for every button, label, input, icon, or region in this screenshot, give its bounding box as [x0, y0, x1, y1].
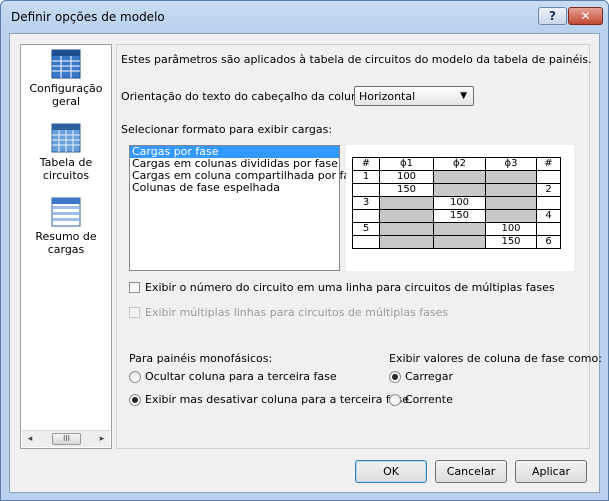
- title-bar[interactable]: Definir opções de modelo ? ✕: [1, 1, 608, 31]
- multiple-lines-label: Exibir múltiplas linhas para circuitos d…: [145, 306, 449, 319]
- current-label[interactable]: Corrente: [405, 393, 453, 406]
- scroll-thumb[interactable]: III: [52, 433, 81, 445]
- format-preview: # ϕ1 ϕ2 ϕ3 # 1 100 150 2 3 100 150 4 5 1…: [346, 145, 574, 271]
- single-line-checkbox[interactable]: [129, 282, 140, 293]
- phase-values-title: Exibir valores de coluna de fase como:: [389, 352, 602, 365]
- nav-horizontal-scrollbar[interactable]: ◂ III ▸: [22, 430, 110, 447]
- chevron-down-icon: ▼: [460, 91, 467, 101]
- preview-header: ϕ3: [485, 157, 537, 171]
- preview-cell: [433, 235, 486, 249]
- preview-cell: 3: [352, 196, 380, 210]
- preview-cell: [485, 170, 537, 184]
- nav-item-label: Resumo de cargas: [35, 230, 97, 256]
- preview-cell: [379, 222, 434, 236]
- preview-cell: 100: [433, 196, 486, 210]
- preview-cell: [352, 183, 380, 197]
- ok-button[interactable]: OK: [355, 460, 427, 483]
- hide-third-phase-label[interactable]: Ocultar coluna para a terceira fase: [145, 370, 337, 383]
- scroll-right-icon[interactable]: ▸: [94, 431, 110, 447]
- preview-cell: [433, 222, 486, 236]
- table-row: 150 2: [352, 183, 561, 197]
- dialog-title: Definir opções de modelo: [11, 10, 165, 24]
- preview-cell: 6: [536, 235, 561, 249]
- summary-table-icon: [51, 197, 81, 227]
- dialog-window: Definir opções de modelo ? ✕ Configuraçã…: [0, 0, 609, 501]
- preview-cell: [379, 235, 434, 249]
- cancel-button[interactable]: Cancelar: [435, 460, 507, 483]
- apply-button[interactable]: Aplicar: [515, 460, 587, 483]
- hide-third-phase-radio[interactable]: [129, 371, 141, 383]
- preview-header: ϕ1: [379, 157, 434, 171]
- preview-cell: [485, 196, 537, 210]
- preview-cell: 4: [536, 209, 561, 223]
- preview-cell: [536, 222, 561, 236]
- preview-cell: [536, 170, 561, 184]
- preview-cell: 5: [352, 222, 380, 236]
- table-row: 150 4: [352, 209, 561, 223]
- current-radio[interactable]: [389, 394, 401, 406]
- nav-item-label: Tabela de circuitos: [39, 156, 93, 182]
- nav-item-general[interactable]: Configuração geral: [21, 49, 111, 108]
- close-button[interactable]: ✕: [568, 7, 603, 25]
- preview-cell: [433, 170, 486, 184]
- single-phase-title: Para painéis monofásicos:: [129, 352, 273, 365]
- orientation-label: Orientação do texto do cabeçalho da colu…: [121, 90, 369, 103]
- load-label[interactable]: Carregar: [405, 370, 453, 383]
- help-button[interactable]: ?: [538, 7, 567, 25]
- preview-header: #: [536, 157, 561, 171]
- list-item[interactable]: Colunas de fase espelhada: [130, 182, 339, 194]
- preview-cell: 100: [379, 170, 434, 184]
- preview-cell: 1: [352, 170, 380, 184]
- preview-table: # ϕ1 ϕ2 ϕ3 # 1 100 150 2 3 100 150 4 5 1…: [352, 157, 561, 249]
- disable-third-phase-radio[interactable]: [129, 394, 141, 406]
- preview-cell: [379, 209, 434, 223]
- format-listbox[interactable]: Cargas por fase Cargas em colunas dividi…: [129, 145, 363, 271]
- preview-cell: 2: [536, 183, 561, 197]
- preview-cell: 150: [379, 183, 434, 197]
- preview-header: #: [352, 157, 380, 171]
- table-row: 5 100: [352, 222, 561, 236]
- preview-cell: 150: [485, 235, 537, 249]
- preview-cell: 150: [433, 209, 486, 223]
- table-row: 150 6: [352, 235, 561, 249]
- preview-cell: [352, 235, 380, 249]
- load-radio[interactable]: [389, 371, 401, 383]
- orientation-dropdown[interactable]: Horizontal ▼: [354, 86, 474, 106]
- disable-third-phase-label[interactable]: Exibir mas desativar coluna para a terce…: [145, 393, 409, 406]
- format-label: Selecionar formato para exibir cargas:: [121, 123, 333, 136]
- table-row: # ϕ1 ϕ2 ϕ3 #: [352, 157, 561, 171]
- preview-cell: 100: [485, 222, 537, 236]
- dialog-body: Configuração geral Tabela de circuitos R…: [9, 33, 602, 493]
- nav-item-circuit-table[interactable]: Tabela de circuitos: [21, 123, 111, 182]
- scroll-left-icon[interactable]: ◂: [22, 431, 38, 447]
- table-row: 1 100: [352, 170, 561, 184]
- preview-cell: [536, 196, 561, 210]
- preview-cell: [379, 196, 434, 210]
- nav-item-label: Configuração geral: [29, 82, 103, 108]
- orientation-value: Horizontal: [359, 90, 416, 103]
- preview-cell: [485, 183, 537, 197]
- nav-item-load-summary[interactable]: Resumo de cargas: [21, 197, 111, 256]
- preview-cell: [485, 209, 537, 223]
- category-nav: Configuração geral Tabela de circuitos R…: [20, 44, 112, 449]
- preview-cell: [352, 209, 380, 223]
- grid-settings-icon: [51, 49, 81, 79]
- preview-cell: [433, 183, 486, 197]
- single-line-label[interactable]: Exibir o número do circuito em uma linha…: [145, 281, 555, 294]
- description-text: Estes parâmetros são aplicados à tabela …: [121, 53, 592, 66]
- preview-header: ϕ2: [433, 157, 486, 171]
- settings-panel: Estes parâmetros são aplicados à tabela …: [116, 44, 602, 449]
- multiple-lines-checkbox: [129, 307, 140, 318]
- table-row: 3 100: [352, 196, 561, 210]
- table-icon: [51, 123, 81, 153]
